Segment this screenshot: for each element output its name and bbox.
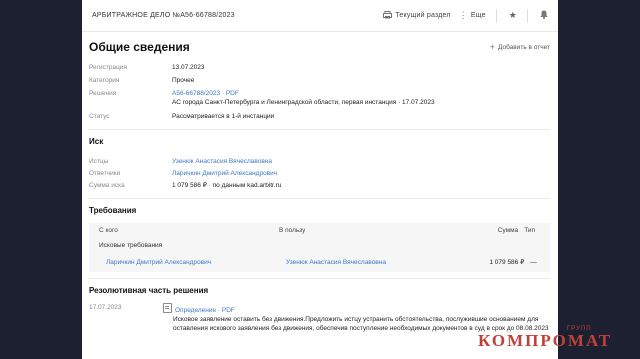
more-icon: ⋮ xyxy=(458,10,468,20)
category-label: Категория xyxy=(89,77,120,84)
decisions-row: Решения А56-66788/2023 · PDF АС города С… xyxy=(89,89,550,107)
col-from-header: С кого xyxy=(99,227,118,234)
decision-link[interactable]: А56-66788/2023 · PDF xyxy=(172,90,239,97)
resolution-doc-link[interactable]: Определение · PDF xyxy=(163,303,235,314)
watermark-logo-text: КОМПРОМАТ xyxy=(478,331,613,350)
add-report-label: Добавить в отчет xyxy=(497,43,550,51)
claim-amount-value: 1 079 586 ₽ xyxy=(172,182,207,189)
registration-label: Регистрация xyxy=(89,64,127,71)
notifications-button[interactable] xyxy=(540,10,548,21)
add-to-report-button[interactable]: + Добавить в отчет xyxy=(490,42,550,52)
topbar-divider-2 xyxy=(527,8,528,23)
claim-amount-label: Сумма иска xyxy=(89,182,125,189)
current-section-button[interactable]: Текущий раздел xyxy=(383,10,451,21)
section-divider xyxy=(89,278,550,279)
decision-detail: АС города Санкт-Петербурга и Ленинградск… xyxy=(172,99,435,106)
requirements-header: С кого В пользу Сумма Тип xyxy=(89,223,550,238)
table-row: Ларичкин Дмитрий Александрович Узенюк Ан… xyxy=(89,252,550,272)
category-value: Прочее xyxy=(172,77,195,84)
more-label: Еще xyxy=(470,12,486,19)
topbar-divider xyxy=(495,8,497,23)
defendant-link[interactable]: Ларичкин Дмитрий Александрович xyxy=(172,169,550,178)
star-icon: ★ xyxy=(508,10,517,20)
status-row: Статус Рассматривается в 1-й инстанции xyxy=(89,112,550,121)
requirement-sum: 1 079 586 ₽ xyxy=(489,259,525,266)
document-icon xyxy=(163,303,172,313)
registration-row: Регистрация 13.07.2023 xyxy=(89,63,550,72)
decisions-label: Решения xyxy=(89,90,117,97)
requirements-subheader: Исковые требования xyxy=(99,241,163,249)
requirement-to-link[interactable]: Узенюк Анастасия Вячеславовна xyxy=(286,259,454,266)
top-bar: АРБИТРАЖНОЕ ДЕЛО №А56-66788/2023 Текущий… xyxy=(82,0,558,32)
requirements-section-title: Требования xyxy=(89,206,137,215)
resolution-text-1: Исковое заявление оставить без движения.… xyxy=(173,316,539,323)
more-button[interactable]: ⋮ Еще xyxy=(459,10,486,21)
defendants-row: Ответчики Ларичкин Дмитрий Александрович xyxy=(89,169,550,178)
plaintiffs-label: Истцы xyxy=(89,158,109,165)
resolution-doc-label: Определение · PDF xyxy=(175,307,235,314)
registration-value: 13.07.2023 xyxy=(172,64,205,71)
resolution-section-title: Резолютивная часть решения xyxy=(89,286,209,295)
current-section-label: Текущий раздел xyxy=(395,12,451,19)
bell-icon xyxy=(540,10,548,21)
claim-amount-source: по данным kad.arbitr.ru xyxy=(212,182,282,189)
defendants-label: Ответчики xyxy=(89,170,121,177)
print-icon xyxy=(383,10,393,21)
claim-section-title: Иск xyxy=(89,137,104,146)
favorite-button[interactable]: ★ xyxy=(509,10,517,21)
claim-amount-row: Сумма иска 1 079 586 ₽ · по данным kad.a… xyxy=(89,182,282,189)
col-sum-header: Сумма xyxy=(497,227,519,234)
col-to-header: В пользу xyxy=(278,227,306,234)
status-label: Статус xyxy=(89,113,110,120)
case-card: АРБИТРАЖНОЕ ДЕЛО №А56-66788/2023 Текущий… xyxy=(82,0,558,359)
requirement-from-link[interactable]: Ларичкин Дмитрий Александрович xyxy=(106,259,286,266)
category-row: Категория Прочее xyxy=(89,76,550,85)
resolution-date: 17.07.2023 xyxy=(89,304,122,311)
plus-icon: + xyxy=(489,42,495,52)
requirement-type: — xyxy=(530,258,537,266)
status-value: Рассматривается в 1-й инстанции xyxy=(172,113,275,120)
case-title: АРБИТРАЖНОЕ ДЕЛО №А56-66788/2023 xyxy=(92,12,235,19)
watermark: ГРУПП КОМПРОМАТ xyxy=(478,326,640,359)
requirements-table: С кого В пользу Сумма Тип Исковые требов… xyxy=(89,223,550,272)
col-type-header: Тип xyxy=(524,227,536,234)
section-divider xyxy=(89,129,550,130)
section-divider xyxy=(89,198,550,199)
page-title: Общие сведения xyxy=(89,40,190,54)
plaintiffs-row: Истцы Узенюк Анастасия Вячеславовна xyxy=(89,157,550,166)
plaintiff-link[interactable]: Узенюк Анастасия Вячеславовна xyxy=(172,157,550,166)
